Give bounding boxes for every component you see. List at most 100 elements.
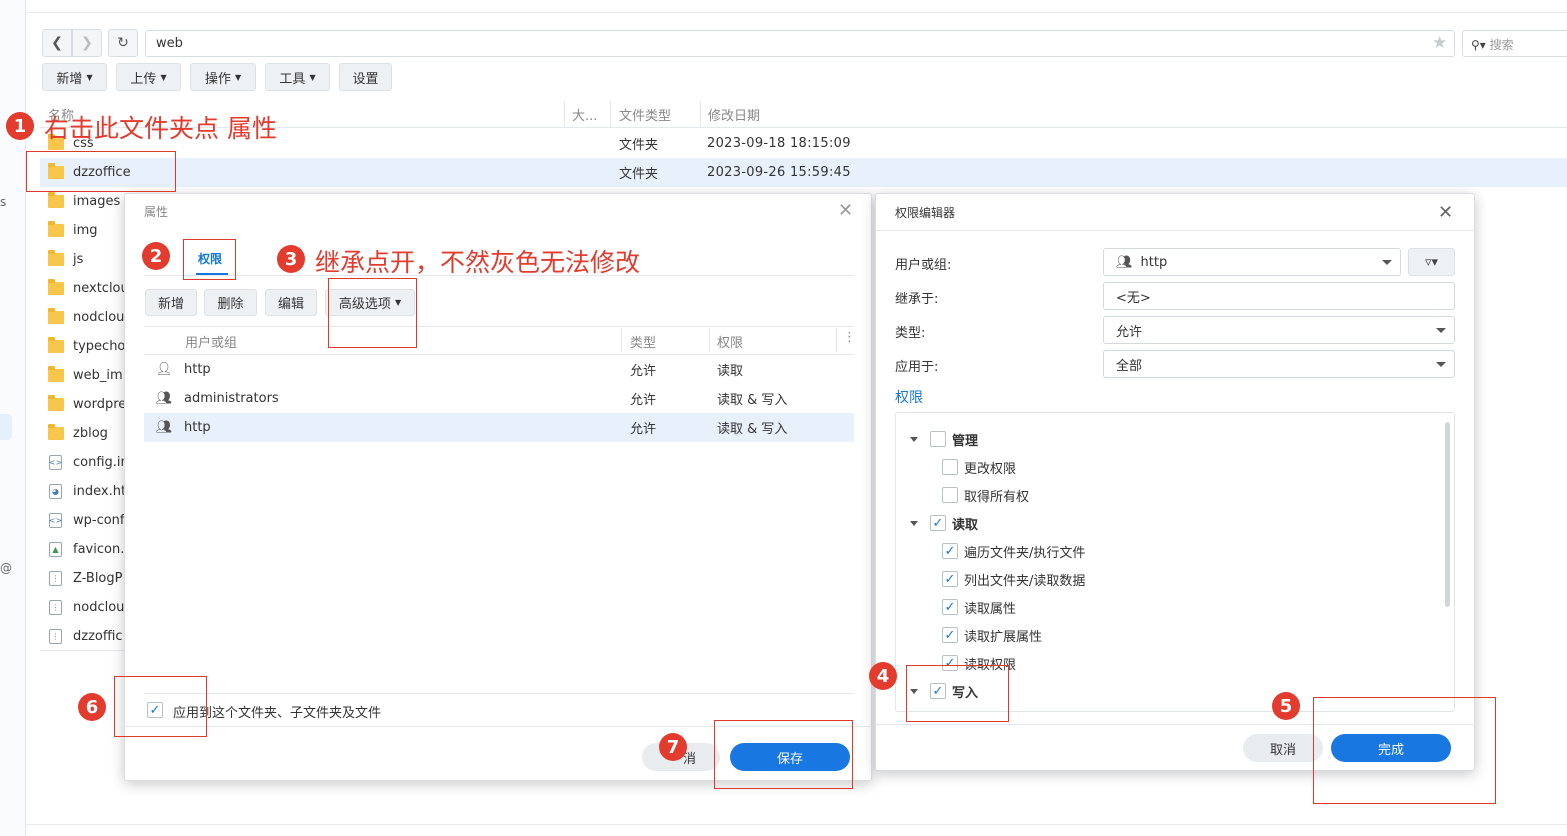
file-name: nodclou [73,600,125,615]
search-input[interactable]: ⚲▾ 搜索 [1462,30,1567,57]
apply-to-label: 应用于: [895,360,939,375]
col-perm[interactable]: 权限 [717,332,743,351]
cancel-button[interactable]: 取消 [1243,734,1323,762]
caret-down-icon [910,436,918,442]
refresh-button[interactable]: ↻ [108,29,138,57]
annotation-box-5 [1313,697,1496,804]
annotation-text-3: 继承点开，不然灰色无法修改 [315,248,641,277]
top-divider [26,12,1567,13]
tools-menu-button[interactable]: 工具 ▼ [265,63,330,91]
back-button[interactable]: ❮ [42,29,72,57]
tree-node-take-owner[interactable]: 取得所有权 [942,481,1029,509]
tools-label: 工具 [279,71,306,87]
scrollbar[interactable] [1445,422,1450,607]
filter-button[interactable]: ▿▾ [1408,248,1455,276]
checkbox[interactable]: ✓ [942,599,958,615]
checkbox[interactable]: ✓ [942,543,958,559]
caret-down-icon: ▼ [235,72,242,82]
read-checkbox[interactable]: ✓ [930,515,946,531]
add-button[interactable]: 新增 [145,289,197,316]
perm-row-selected[interactable]: 👥︎ http 允许 读取 & 写入 [144,413,854,442]
file-name: Z-BlogP [73,571,123,586]
code-file-icon: <> [49,513,62,528]
annotation-box-4 [906,665,1009,722]
annotation-box-2 [183,239,236,280]
chevron-right-icon: ❯ [81,35,93,51]
tree-node-read-ext-attr[interactable]: ✓ 读取扩展属性 [942,621,1042,649]
file-name: config.in [73,455,129,470]
file-name: zblog [73,426,108,441]
tree-label: 管理 [952,433,979,449]
check-icon: ✓ [944,599,956,615]
perm-row[interactable]: 👤︎ http 允许 读取 [144,355,854,384]
apply-to-value: 全部 [1116,358,1143,374]
action-label: 操作 [204,71,231,87]
tree-node-change-perm[interactable]: 更改权限 [942,453,1016,481]
tree-label: 列出文件夹/读取数据 [964,573,1086,589]
file-name: img [73,223,98,238]
folder-icon [48,337,64,353]
annotation-number-3: 3 [277,245,305,273]
sidebar-fragment: @ [0,561,12,575]
col-date[interactable]: 修改日期 [708,100,760,128]
more-vertical-icon[interactable]: ⋮ [843,330,856,345]
type-select[interactable]: 允许 [1103,316,1455,344]
checkbox[interactable] [942,459,958,475]
annotation-number-1: 1 [6,112,34,140]
close-icon[interactable]: ✕ [838,200,853,221]
filter-icon: ▿▾ [1424,254,1439,270]
check-icon: ✓ [944,543,956,559]
file-name: js [73,252,84,267]
file-name: images [73,194,121,209]
tree-node-list[interactable]: ✓ 列出文件夹/读取数据 [942,565,1085,593]
title-divider [875,230,1475,231]
perm-row[interactable]: 👥︎ administrators 允许 读取 & 写入 [144,384,854,413]
new-menu-button[interactable]: 新增 ▼ [42,63,107,91]
image-file-icon: ▲ [49,542,62,557]
tree-label: 更改权限 [964,461,1017,477]
perm-value: 读取 [717,364,744,379]
col-separator [700,101,701,127]
checkbox[interactable]: ✓ [942,627,958,643]
tree-label: 读取属性 [964,601,1017,617]
star-icon[interactable]: ★ [1432,33,1447,53]
col-user-group[interactable]: 用户或组 [185,332,237,351]
annotation-text-1: 右击此文件夹点 属性 [44,114,277,143]
tree-node-manage[interactable]: 管理 [910,425,978,453]
apply-to-select[interactable]: 全部 [1103,350,1455,378]
checkbox[interactable]: ✓ [942,571,958,587]
checkbox[interactable] [942,487,958,503]
annotation-number-2: 2 [142,242,170,270]
user-icon: 👤︎ [155,362,173,377]
perm-type: 允许 [630,422,657,437]
forward-button[interactable]: ❯ [72,29,102,57]
group-icon: 👥︎ [155,391,173,406]
col-type[interactable]: 类型 [630,332,656,351]
tree-node-read-attr[interactable]: ✓ 读取属性 [942,593,1016,621]
tree-node-traverse[interactable]: ✓ 遍历文件夹/执行文件 [942,537,1085,565]
tree-node-read[interactable]: ✓ 读取 [910,509,978,537]
upload-menu-button[interactable]: 上传 ▼ [116,63,181,91]
col-size[interactable]: 大... [572,100,597,128]
search-icon: ⚲▾ [1471,38,1486,52]
close-icon[interactable]: ✕ [1438,202,1453,223]
caret-down-icon [1436,328,1446,333]
permission-editor-title: 权限编辑器 [895,206,956,220]
path-input[interactable]: web [145,30,1455,57]
folder-icon [48,395,64,411]
bottom-divider [26,824,1567,825]
user-group-select[interactable]: 👥︎ http [1103,248,1401,276]
file-row-selected[interactable]: dzzoffice 文件夹 2023-09-26 15:59:45 [40,158,1567,187]
manage-checkbox[interactable] [930,431,946,447]
sidebar-selected-marker [0,414,12,440]
action-menu-button[interactable]: 操作 ▼ [190,63,256,91]
col-type[interactable]: 文件类型 [619,100,671,128]
col-separator [621,328,622,352]
zip-file-icon: ⋮ [49,629,62,644]
settings-button[interactable]: 设置 [339,63,392,91]
delete-button[interactable]: 删除 [204,289,257,316]
edit-button[interactable]: 编辑 [265,289,317,316]
perm-value: 读取 & 写入 [717,422,788,437]
perm-type: 允许 [630,393,657,408]
file-name: index.ht [73,484,127,499]
